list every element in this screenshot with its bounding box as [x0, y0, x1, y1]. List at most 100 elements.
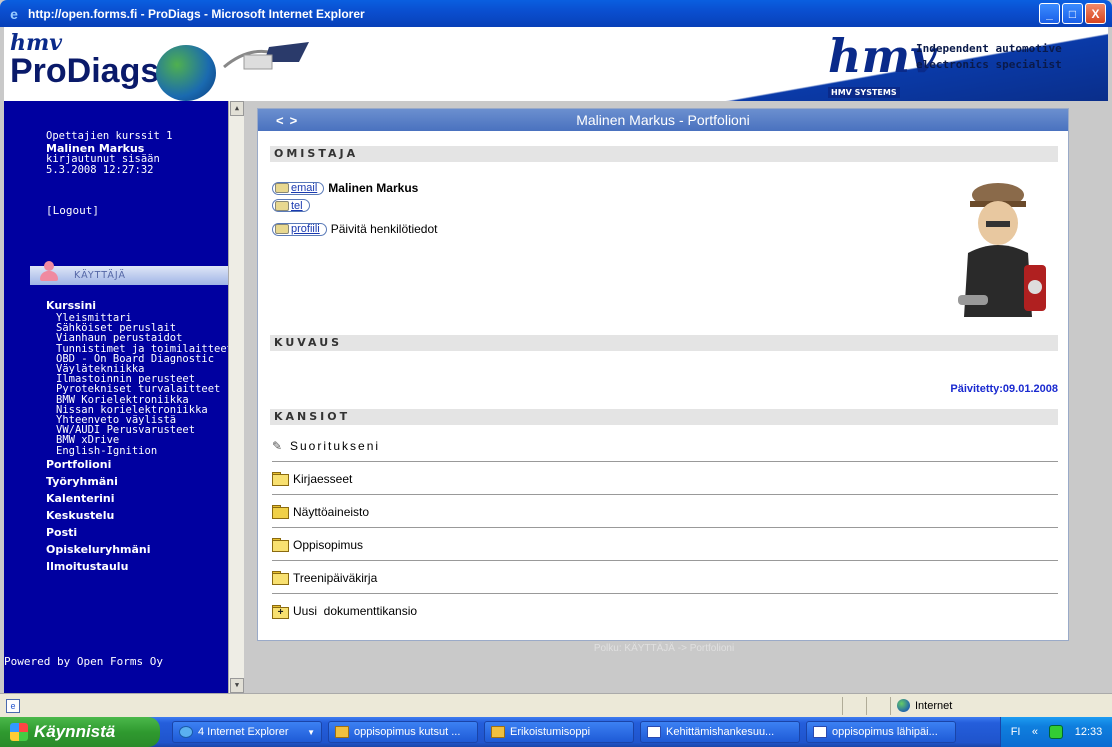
back-arrow-icon[interactable]: <: [276, 113, 290, 128]
sidebar-course-item[interactable]: English-Ignition: [46, 446, 242, 456]
tel-button-label: tel: [291, 199, 303, 212]
description-section-header: KUVAUS: [270, 335, 1058, 351]
sidebar-course-item[interactable]: Yhteenveto väylistä: [46, 415, 242, 425]
user-section-label: KÄYTTÄJÄ: [74, 270, 126, 281]
clock[interactable]: 12:33: [1075, 726, 1103, 738]
user-info: Opettajien kurssit 1 Malinen Markus kirj…: [46, 131, 172, 176]
sidebar-course-item[interactable]: OBD - On Board Diagnostic: [46, 354, 242, 364]
task-label: oppisopimus lähipäi...: [832, 726, 938, 738]
sidebar-course-item[interactable]: Vianhaun perustaidot: [46, 333, 242, 343]
sidebar-course-item[interactable]: Yleismittari: [46, 313, 242, 323]
folder-icon: [491, 726, 505, 738]
internet-zone-icon: [897, 699, 910, 712]
envelope-icon: [275, 183, 289, 193]
sidebar-course-item[interactable]: Tunnistimet ja toimilaitteet: [46, 344, 242, 354]
internet-explorer-icon: [179, 726, 193, 738]
taskbar-item-folder-1[interactable]: oppisopimus kutsut ...: [328, 721, 478, 743]
taskbar-item-word-2[interactable]: oppisopimus lähipäi...: [806, 721, 956, 743]
email-button[interactable]: email: [272, 181, 325, 195]
scroll-down-arrow-icon[interactable]: ▼: [230, 678, 244, 693]
folder-icon: [272, 472, 289, 486]
task-label: oppisopimus kutsut ...: [354, 726, 461, 738]
new-folder-icon: [272, 604, 289, 619]
folder-label: Oppisopimus: [293, 537, 364, 552]
window-title: http://open.forms.fi - ProDiags - Micros…: [28, 6, 365, 21]
tagline-line-2: electronics specialist: [916, 58, 1062, 71]
sidebar-course-item[interactable]: VW/AUDI Perusvarusteet: [46, 425, 242, 435]
forward-arrow-icon[interactable]: >: [290, 113, 304, 128]
folder-row-new-folder[interactable]: Uusi dokumenttikansio: [272, 595, 1058, 627]
tagline-line-1: Independent automotive: [916, 42, 1062, 55]
prodiags-logo[interactable]: hmv ProDiags: [10, 32, 160, 90]
taskbar-item-folder-2[interactable]: Erikoistumisoppi: [484, 721, 634, 743]
sidebar-course-item[interactable]: Nissan korielektroniikka: [46, 405, 242, 415]
taskbar-item-word-1[interactable]: Kehittämishankesuu...: [640, 721, 800, 743]
course-group: Opettajien kurssit 1: [46, 130, 173, 142]
sidebar-scrollbar[interactable]: ▲ ▼: [228, 101, 244, 693]
chevron-left-icon[interactable]: «: [1032, 726, 1038, 738]
folder-row-suoritukseni[interactable]: ✎ Suoritukseni: [272, 430, 1058, 462]
taskbar-item-ie[interactable]: 4 Internet Explorer ▼: [172, 721, 322, 743]
folder-icon: [272, 538, 289, 552]
sidebar-item-opiskeluryhmani[interactable]: Opiskeluryhmäni: [46, 541, 242, 558]
profile-button[interactable]: profiili: [272, 222, 327, 236]
folder-row-nayttoaineisto[interactable]: Näyttöaineisto: [272, 496, 1058, 528]
sidebar-course-item[interactable]: Sähköiset peruslait: [46, 323, 242, 333]
minimize-button[interactable]: _: [1039, 3, 1060, 24]
sidebar: Opettajien kurssit 1 Malinen Markus kirj…: [4, 101, 244, 693]
powered-by: Powered by Open Forms Oy: [4, 655, 163, 668]
folder-label: Suoritukseni: [290, 438, 381, 453]
sidebar-item-kalenterini[interactable]: Kalenterini: [46, 490, 242, 507]
profile-row: profiili Päivitä henkilötiedot: [272, 222, 437, 236]
globe-icon: [156, 45, 216, 101]
scroll-up-arrow-icon[interactable]: ▲: [230, 101, 244, 116]
sidebar-course-item[interactable]: Ilmastoinnin perusteet: [46, 374, 242, 384]
portfolio-panel: <> Malinen Markus - Portfolioni OMISTAJA…: [257, 108, 1069, 641]
sidebar-course-item[interactable]: BMW xDrive: [46, 435, 242, 445]
network-icon[interactable]: [1049, 725, 1064, 739]
task-label: Erikoistumisoppi: [510, 726, 591, 738]
system-tray: FI « 12:33: [1000, 717, 1112, 747]
folders-section-header: KANSIOT: [270, 409, 1058, 425]
banner-tagline: Independent automotive electronics speci…: [916, 41, 1062, 73]
sidebar-item-portfolioni[interactable]: Portfolioni: [46, 456, 242, 473]
updated-date: Päivitetty:09.01.2008: [950, 383, 1058, 395]
owner-section-header: OMISTAJA: [270, 146, 1058, 162]
sidebar-item-kurssini[interactable]: Kurssini: [46, 299, 242, 313]
sidebar-course-item[interactable]: Väylätekniikka: [46, 364, 242, 374]
mechanic-avatar-icon: [958, 183, 1046, 317]
folder-row-oppisopimus[interactable]: Oppisopimus: [272, 529, 1058, 561]
logo-prodiags-text: ProDiags: [10, 52, 160, 90]
folder-label: Näyttöaineisto: [293, 504, 370, 519]
sidebar-item-tyoryhmani[interactable]: Työryhmäni: [46, 473, 242, 490]
folder-icon: [272, 505, 289, 519]
sidebar-item-keskustelu[interactable]: Keskustelu: [46, 507, 242, 524]
sidebar-item-ilmoitustaulu[interactable]: Ilmoitustaulu: [46, 558, 242, 575]
sidebar-course-item[interactable]: Pyrotekniset turvalaitteet: [46, 384, 242, 394]
start-button[interactable]: Käynnistä: [0, 717, 160, 747]
maximize-button[interactable]: □: [1062, 3, 1083, 24]
sidebar-item-posti[interactable]: Posti: [46, 524, 242, 541]
security-zone: Internet: [890, 696, 1098, 715]
phone-icon: [275, 200, 289, 211]
email-row: email Malinen Markus: [272, 181, 418, 195]
user-section-header[interactable]: KÄYTTÄJÄ: [30, 260, 228, 285]
owner-name: Malinen Markus: [328, 181, 419, 195]
language-indicator[interactable]: FI: [1011, 726, 1021, 738]
close-button[interactable]: X: [1085, 3, 1106, 24]
logout-link[interactable]: [Logout]: [46, 204, 99, 217]
tel-row: tel: [272, 199, 310, 212]
task-label: Kehittämishankesuu...: [666, 726, 775, 738]
word-document-icon: [647, 726, 661, 738]
folder-row-treenipaivakirja[interactable]: Treenipäiväkirja: [272, 562, 1058, 594]
chevron-down-icon: ▼: [307, 727, 315, 737]
graduation-cap-icon: [223, 42, 309, 70]
profile-button-label: profiili: [291, 223, 320, 235]
window-titlebar[interactable]: e http://open.forms.fi - ProDiags - Micr…: [0, 0, 1112, 27]
folder-icon: [272, 571, 289, 585]
update-profile-link[interactable]: Päivitä henkilötiedot: [331, 222, 438, 236]
sidebar-course-item[interactable]: BMW Korielektroniikka: [46, 395, 242, 405]
folder-row-kirjaesseet[interactable]: Kirjaesseet: [272, 463, 1058, 495]
panel-header: <> Malinen Markus - Portfolioni: [258, 109, 1068, 131]
tel-button[interactable]: tel: [272, 199, 310, 212]
